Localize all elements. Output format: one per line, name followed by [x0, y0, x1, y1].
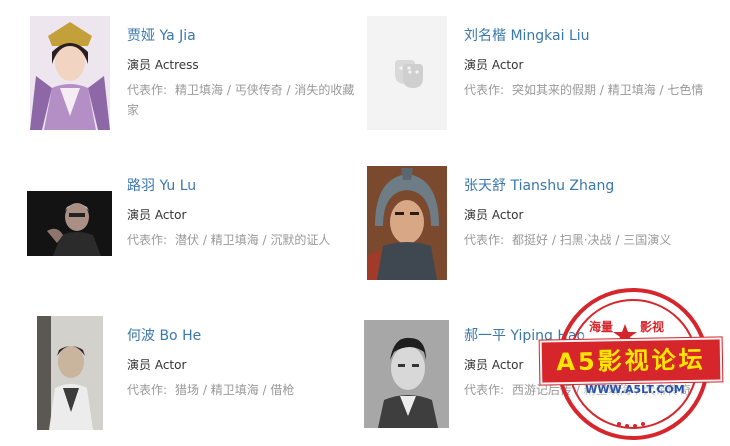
works-label: 代表作: — [464, 83, 505, 97]
stamp-top-left-text: 海量 — [589, 320, 614, 334]
works-list: 猎场 / 精卫填海 / 借枪 — [175, 383, 295, 397]
actor-name-link[interactable]: 路羽 Yu Lu — [127, 175, 196, 195]
actor-photo[interactable] — [37, 316, 103, 430]
actor-photo[interactable] — [27, 191, 112, 256]
works-list: 突如其来的假期 / 精卫填海 / 七色情 — [512, 83, 704, 97]
actor-name-link[interactable]: 贾娅 Ya Jia — [127, 25, 196, 45]
actor-role: 演员 Actress — [127, 58, 199, 72]
actor-name-link[interactable]: 何波 Bo He — [127, 325, 201, 345]
actress-portrait-icon — [30, 16, 110, 130]
works-label: 代表作: — [127, 383, 168, 397]
actor-works: 代表作: 潜伏 / 精卫填海 / 沉默的证人 — [127, 230, 362, 250]
works-list: 都挺好 / 扫黑·决战 / 三国演义 — [512, 233, 672, 247]
works-label: 代表作: — [127, 83, 168, 97]
actor-portrait-icon — [37, 316, 103, 430]
actor-photo[interactable] — [30, 16, 110, 130]
actor-role: 演员 Actor — [464, 358, 524, 372]
warrior-portrait-icon — [367, 166, 447, 280]
cast-list: 贾娅 Ya Jia 演员 Actress 代表作: 精卫填海 / 丐侠传奇 / 消… — [0, 0, 730, 446]
actor-role: 演员 Actor — [127, 358, 187, 372]
works-label: 代表作: — [464, 383, 505, 397]
actor-name-link[interactable]: 张天舒 Tianshu Zhang — [464, 175, 614, 195]
actor-works: 代表作: 精卫填海 / 丐侠传奇 / 消失的收藏家 — [127, 80, 362, 120]
works-list: 潜伏 / 精卫填海 / 沉默的证人 — [175, 233, 331, 247]
actor-works: 代表作: 突如其来的假期 / 精卫填海 / 七色情 — [464, 80, 704, 100]
actor-photo[interactable] — [364, 320, 449, 428]
works-label: 代表作: — [127, 233, 168, 247]
actor-photo-placeholder[interactable] — [367, 16, 447, 130]
actor-works: 代表作: 都挺好 / 扫黑·决战 / 三国演义 — [464, 230, 704, 250]
actor-works: 代表作: 猎场 / 精卫填海 / 借枪 — [127, 380, 362, 400]
actor-photo[interactable] — [367, 166, 447, 280]
stamp-banner: A5影视论坛 — [539, 337, 723, 385]
theater-masks-icon — [395, 60, 423, 88]
actor-role: 演员 Actor — [464, 208, 524, 222]
stamp-url: WWW.A5LT.COM — [585, 383, 685, 396]
actor-name-link[interactable]: 刘名楷 Mingkai Liu — [464, 25, 590, 45]
actor-portrait-icon — [364, 320, 449, 428]
stamp-top-right-text: 影视 — [640, 320, 665, 334]
actor-portrait-icon — [27, 191, 112, 256]
actor-role: 演员 Actor — [127, 208, 187, 222]
works-label: 代表作: — [464, 233, 505, 247]
actor-role: 演员 Actor — [464, 58, 524, 72]
